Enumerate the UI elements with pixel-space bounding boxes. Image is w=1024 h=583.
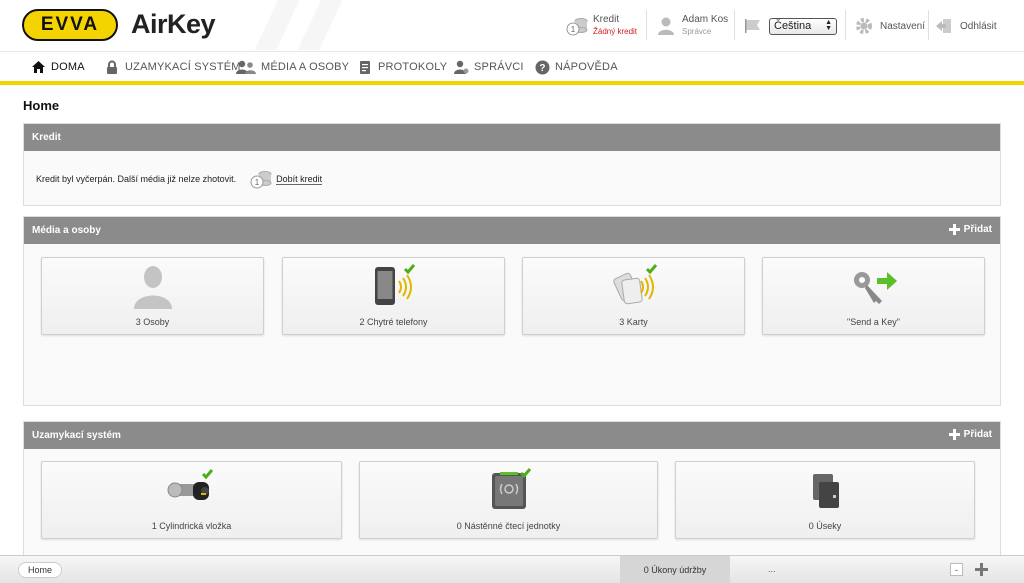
home-icon xyxy=(30,59,46,75)
lock-panel-header: Uzamykací systém Přidat xyxy=(24,422,1000,449)
main-nav: DOMA UZAMYKACÍ SYSTÉM MÉDIA A OSOBY PROT… xyxy=(0,51,1024,81)
topup-credit-label: Dobít kredit xyxy=(276,173,323,185)
logout-label: Odhlásit xyxy=(960,20,997,32)
tile-label: 2 Chytré telefony xyxy=(359,317,428,327)
flag-icon xyxy=(742,15,764,37)
nav-item-help[interactable]: ? NÁPOVĚDA xyxy=(534,58,618,76)
nav-label: DOMA xyxy=(51,61,85,73)
people-icon xyxy=(236,59,256,75)
credit-panel: Kredit Kredit byl vyčerpán. Další média … xyxy=(23,123,1001,206)
top-bar: EVVA AirKey 1 Kredit Žádný kredit Adam K… xyxy=(0,0,1024,50)
nav-item-home[interactable]: DOMA xyxy=(30,58,85,76)
tile-wall-readers[interactable]: 0 Nástěnné čtecí jednotky xyxy=(359,461,658,539)
page-title: Home xyxy=(23,98,60,113)
credit-coins-icon: 1 xyxy=(250,169,272,189)
credit-label: Kredit xyxy=(593,14,620,25)
separator xyxy=(734,10,735,40)
user-profile[interactable]: Adam Kos Správce xyxy=(655,8,728,44)
tile-label: 1 Cylindrická vložka xyxy=(151,521,232,531)
expand-plus-icon[interactable] xyxy=(975,563,988,576)
tile-label: 3 Osoby xyxy=(135,317,170,327)
nav-label: UZAMYKACÍ SYSTÉM xyxy=(125,61,241,73)
credit-coins-icon: 1 xyxy=(566,15,588,37)
media-panel-title: Média a osoby xyxy=(32,225,101,236)
tile-cylinders[interactable]: 1 Cylindrická vložka xyxy=(41,461,342,539)
plus-icon xyxy=(948,224,960,235)
credit-status: Žádný kredit xyxy=(593,27,638,36)
card-icon xyxy=(606,264,662,308)
nav-item-admins[interactable]: SPRÁVCI xyxy=(453,58,524,76)
add-media-button[interactable]: Přidat xyxy=(948,224,992,235)
cylinder-icon xyxy=(164,468,220,512)
settings-label: Nastavení xyxy=(880,20,926,32)
select-arrows-icon: ▲ ▼ xyxy=(825,19,832,32)
language-select[interactable]: Čeština ▲ ▼ xyxy=(769,17,837,35)
admin-icon xyxy=(453,59,469,75)
gear-icon xyxy=(853,15,875,37)
media-panel-header: Média a osoby Přidat xyxy=(24,217,1000,244)
lock-icon xyxy=(104,59,120,75)
tile-label: 0 Nástěnné čtecí jednotky xyxy=(456,521,561,531)
nav-label: MÉDIA A OSOBY xyxy=(261,61,350,73)
tile-persons[interactable]: 3 Osoby xyxy=(41,257,264,335)
airkey-logo: AirKey xyxy=(131,9,216,39)
credit-panel-title: Kredit xyxy=(32,132,61,143)
tile-label: "Send a Key" xyxy=(847,317,900,327)
breadcrumb-home[interactable]: Home xyxy=(18,562,63,578)
document-icon xyxy=(357,59,373,75)
more-dots[interactable]: ... xyxy=(768,564,776,574)
add-label: Přidat xyxy=(963,429,992,440)
tile-smartphones[interactable]: 2 Chytré telefony xyxy=(282,257,505,335)
topup-credit-link[interactable]: 1 Dobít kredit xyxy=(250,169,323,189)
svg-text:1: 1 xyxy=(255,178,260,187)
smartphone-icon xyxy=(366,264,422,308)
tile-label: 3 Karty xyxy=(619,317,648,327)
credit-panel-body: Kredit byl vyčerpán. Další média již nel… xyxy=(24,151,1000,207)
nav-item-locking-system[interactable]: UZAMYKACÍ SYSTÉM xyxy=(104,58,241,76)
nav-label: SPRÁVCI xyxy=(474,61,524,73)
separator xyxy=(646,10,647,40)
maintenance-tasks-button[interactable]: 0 Úkony údržby xyxy=(620,556,730,583)
add-label: Přidat xyxy=(963,224,992,235)
lock-panel-title: Uzamykací systém xyxy=(32,430,121,441)
wall-reader-icon xyxy=(481,468,537,512)
user-role: Správce xyxy=(682,27,712,36)
svg-text:1: 1 xyxy=(571,25,576,34)
tile-areas[interactable]: 0 Úseky xyxy=(675,461,975,539)
user-name: Adam Kos xyxy=(682,14,729,25)
send-key-icon xyxy=(846,264,902,308)
language-area: Čeština ▲ ▼ xyxy=(742,8,837,44)
language-selected: Čeština xyxy=(774,20,812,32)
user-icon xyxy=(655,15,677,37)
tile-label: 0 Úseky xyxy=(808,521,842,531)
nav-item-protocols[interactable]: PROTOKOLY xyxy=(357,58,447,76)
help-icon: ? xyxy=(534,59,550,75)
tile-send-a-key[interactable]: "Send a Key" xyxy=(762,257,985,335)
separator xyxy=(928,10,929,40)
credit-indicator[interactable]: 1 Kredit Žádný kredit xyxy=(566,8,637,44)
add-lock-button[interactable]: Přidat xyxy=(948,429,992,440)
area-icon xyxy=(797,468,853,512)
header-watermark xyxy=(235,0,355,50)
nav-item-media-persons[interactable]: MÉDIA A OSOBY xyxy=(236,58,349,76)
plus-icon xyxy=(948,429,960,440)
separator xyxy=(845,10,846,40)
media-persons-panel: Média a osoby Přidat 3 Osoby 2 Chytré te… xyxy=(23,216,1001,406)
logout-link[interactable]: Odhlásit xyxy=(933,8,997,44)
locking-system-panel: Uzamykací systém Přidat 1 Cylindrická vl… xyxy=(23,421,1001,555)
evva-logo: EVVA xyxy=(22,9,118,41)
credit-message: Kredit byl vyčerpán. Další média již nel… xyxy=(36,174,237,184)
logout-icon xyxy=(933,15,955,37)
settings-link[interactable]: Nastavení xyxy=(853,8,925,44)
brand-accent-line xyxy=(0,81,1024,85)
person-icon xyxy=(125,264,181,309)
nav-label: PROTOKOLY xyxy=(378,61,448,73)
tile-cards[interactable]: 3 Karty xyxy=(522,257,745,335)
status-bar: Home 0 Úkony údržby ... - xyxy=(0,555,1024,583)
evva-logo-text: EVVA xyxy=(40,14,100,35)
nav-label: NÁPOVĚDA xyxy=(555,61,618,73)
svg-text:?: ? xyxy=(539,63,545,74)
collapse-button[interactable]: - xyxy=(950,563,963,576)
credit-panel-header: Kredit xyxy=(24,124,1000,151)
